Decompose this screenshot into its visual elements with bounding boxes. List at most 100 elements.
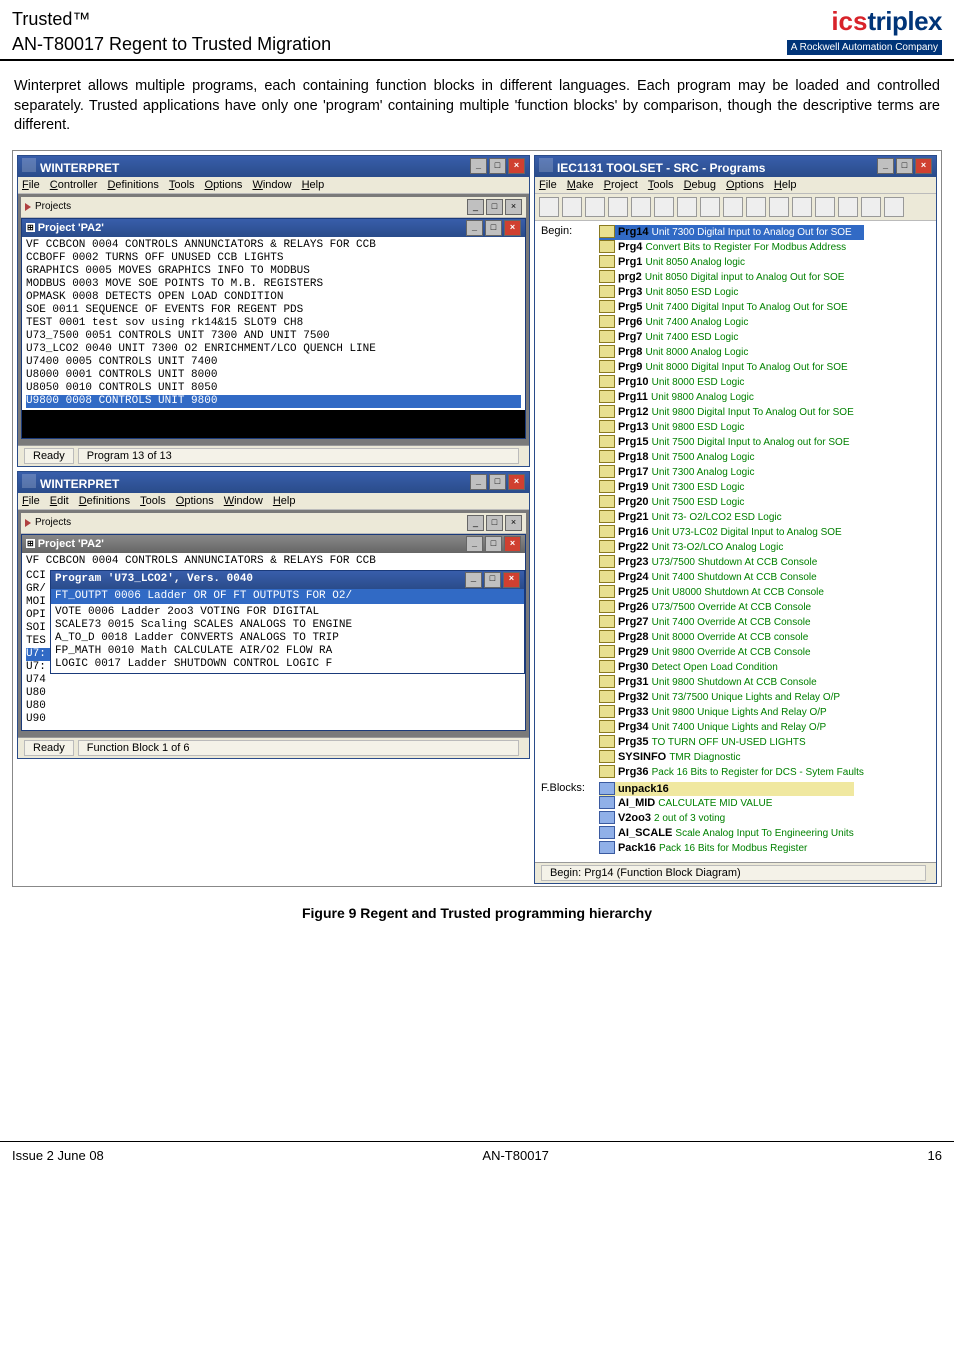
iec-program-item[interactable]: Prg20 Unit 7500 ESD Logic — [599, 495, 864, 510]
menu-window[interactable]: Window — [224, 495, 263, 507]
program-row[interactable]: CCBOFF 0002 TURNS OFF UNUSED CCB LIGHTS — [26, 252, 521, 265]
program-body[interactable]: VF CCBCON 0004 CONTROLS ANNUNCIATORS & R… — [22, 553, 525, 730]
program-row[interactable]: U73_7500 0051 CONTROLS UNIT 7300 AND UNI… — [26, 330, 521, 343]
menu-definitions[interactable]: Definitions — [79, 495, 130, 507]
iec-fblock-item[interactable]: Pack16 Pack 16 Bits for Modbus Register — [599, 841, 854, 856]
maximize-button[interactable]: □ — [896, 158, 913, 174]
menu-project[interactable]: Project — [604, 179, 638, 191]
maximize-button[interactable]: □ — [485, 536, 502, 552]
iec-program-item[interactable]: Prg4 Convert Bits to Register For Modbus… — [599, 240, 864, 255]
maximize-button[interactable]: □ — [489, 474, 506, 490]
minimize-button[interactable]: _ — [470, 158, 487, 174]
menu-controller[interactable]: Controller — [50, 179, 98, 191]
program-row[interactable]: U9800 0008 CONTROLS UNIT 9800 — [26, 395, 521, 408]
program-row[interactable]: MODBUS 0003 MOVE SOE POINTS TO M.B. REGI… — [26, 278, 521, 291]
fb-row[interactable]: LOGIC 0017 Ladder SHUTDOWN CONTROL LOGIC… — [55, 658, 520, 671]
menu-file[interactable]: File — [539, 179, 557, 191]
iec-program-item[interactable]: Prg10 Unit 8000 ESD Logic — [599, 375, 864, 390]
menu-help[interactable]: Help — [774, 179, 797, 191]
iec-program-item[interactable]: Prg12 Unit 9800 Digital Input To Analog … — [599, 405, 864, 420]
minimize-button[interactable]: _ — [466, 536, 483, 552]
iec-program-item[interactable]: Prg9 Unit 8000 Digital Input To Analog O… — [599, 360, 864, 375]
iec-program-item[interactable]: Prg30 Detect Open Load Condition — [599, 660, 864, 675]
iec-program-item[interactable]: Prg28 Unit 8000 Override At CCB console — [599, 630, 864, 645]
maximize-button[interactable]: □ — [484, 572, 501, 588]
close-button[interactable]: × — [504, 220, 521, 236]
iec-program-item[interactable]: Prg33 Unit 9800 Unique Lights And Relay … — [599, 705, 864, 720]
iec-program-item[interactable]: Prg29 Unit 9800 Override At CCB Console — [599, 645, 864, 660]
program-row[interactable]: U7400 0005 CONTROLS UNIT 7400 — [26, 356, 521, 369]
titlebar[interactable]: WINTERPRET _ □ × — [18, 472, 529, 493]
iec-program-item[interactable]: Prg5 Unit 7400 Digital Input To Analog O… — [599, 300, 864, 315]
iec-program-item[interactable]: Prg23 U73/7500 Shutdown At CCB Console — [599, 555, 864, 570]
menu-options[interactable]: Options — [176, 495, 214, 507]
iec-fblock-item[interactable]: V2oo3 2 out of 3 voting — [599, 811, 854, 826]
menu-make[interactable]: Make — [567, 179, 594, 191]
toolbar-button[interactable] — [631, 197, 651, 217]
iec-program-item[interactable]: Prg26 U73/7500 Override At CCB Console — [599, 600, 864, 615]
program-row[interactable]: SOE 0011 SEQUENCE OF EVENTS FOR REGENT P… — [26, 304, 521, 317]
titlebar[interactable]: IEC1131 TOOLSET - SRC - Programs _ □ × — [535, 156, 936, 177]
toolbar-button[interactable] — [815, 197, 835, 217]
iec-fblock-list[interactable]: unpack16AI_MID CALCULATE MID VALUEV2oo3 … — [599, 782, 854, 856]
iec-program-item[interactable]: Prg11 Unit 9800 Analog Logic — [599, 390, 864, 405]
toolbar-button[interactable] — [608, 197, 628, 217]
titlebar[interactable]: WINTERPRET _ □ × — [18, 156, 529, 177]
toolbar-button[interactable] — [562, 197, 582, 217]
menu-file[interactable]: File — [22, 179, 40, 191]
minimize-button[interactable]: _ — [470, 474, 487, 490]
minimize-button[interactable]: _ — [877, 158, 894, 174]
maximize-button[interactable]: □ — [485, 220, 502, 236]
iec-program-list[interactable]: Prg14 Unit 7300 Digital Input to Analog … — [599, 225, 864, 780]
iec-program-item[interactable]: Prg1 Unit 8050 Analog logic — [599, 255, 864, 270]
project-titlebar[interactable]: ⊞Project 'PA2' _□× — [22, 219, 525, 237]
minimize-button[interactable]: _ — [467, 515, 484, 531]
iec-program-item[interactable]: Prg17 Unit 7300 Analog Logic — [599, 465, 864, 480]
menu-debug[interactable]: Debug — [684, 179, 716, 191]
program-row[interactable]: U73_LCO2 0040 UNIT 7300 O2 ENRICHMENT/LC… — [26, 343, 521, 356]
fb-row[interactable]: FP_MATH 0010 Math CALCULATE AIR/O2 FLOW … — [55, 645, 520, 658]
program-row[interactable]: VF CCBCON 0004 CONTROLS ANNUNCIATORS & R… — [26, 239, 521, 252]
toolbar-button[interactable] — [700, 197, 720, 217]
program-row[interactable]: GRAPHICS 0005 MOVES GRAPHICS INFO TO MOD… — [26, 265, 521, 278]
menu-tools[interactable]: Tools — [140, 495, 166, 507]
program-row[interactable]: U8050 0010 CONTROLS UNIT 8050 — [26, 382, 521, 395]
iec-program-item[interactable]: Prg25 Unit U8000 Shutdown At CCB Console — [599, 585, 864, 600]
toolbar-button[interactable] — [654, 197, 674, 217]
toolbar-button[interactable] — [677, 197, 697, 217]
program-row[interactable]: U8000 0001 CONTROLS UNIT 8000 — [26, 369, 521, 382]
iec-program-item[interactable]: Prg24 Unit 7400 Shutdown At CCB Console — [599, 570, 864, 585]
iec-program-item[interactable]: prg2 Unit 8050 Digital input to Analog O… — [599, 270, 864, 285]
menu-tools[interactable]: Tools — [648, 179, 674, 191]
program-row-truncated[interactable]: U74 — [26, 674, 521, 687]
program-row-truncated[interactable]: U80 — [26, 700, 521, 713]
iec-program-item[interactable]: Prg14 Unit 7300 Digital Input to Analog … — [599, 225, 864, 240]
iec-program-item[interactable]: Prg36 Pack 16 Bits to Register for DCS -… — [599, 765, 864, 780]
iec-program-item[interactable]: Prg15 Unit 7500 Digital Input to Analog … — [599, 435, 864, 450]
iec-fblock-item[interactable]: AI_SCALE Scale Analog Input To Engineeri… — [599, 826, 854, 841]
program-row[interactable]: VF CCBCON 0004 CONTROLS ANNUNCIATORS & R… — [22, 553, 525, 570]
iec-program-item[interactable]: Prg27 Unit 7400 Override At CCB Console — [599, 615, 864, 630]
close-button[interactable]: × — [503, 572, 520, 588]
close-button[interactable]: × — [505, 515, 522, 531]
menu-options[interactable]: Options — [205, 179, 243, 191]
iec-program-item[interactable]: Prg3 Unit 8050 ESD Logic — [599, 285, 864, 300]
iec-program-item[interactable]: SYSINFO TMR Diagnostic — [599, 750, 864, 765]
iec-fblock-item[interactable]: unpack16 — [599, 782, 854, 796]
maximize-button[interactable]: □ — [486, 199, 503, 215]
iec-program-item[interactable]: Prg16 Unit U73-LC02 Digital Input to Ana… — [599, 525, 864, 540]
iec-program-item[interactable]: Prg34 Unit 7400 Unique Lights and Relay … — [599, 720, 864, 735]
close-button[interactable]: × — [504, 536, 521, 552]
menu-edit[interactable]: Edit — [50, 495, 69, 507]
program-row[interactable]: OPMASK 0008 DETECTS OPEN LOAD CONDITION — [26, 291, 521, 304]
iec-fblock-item[interactable]: AI_MID CALCULATE MID VALUE — [599, 796, 854, 811]
menu-tools[interactable]: Tools — [169, 179, 195, 191]
toolbar-button[interactable] — [792, 197, 812, 217]
projects-panel-header[interactable]: Projects _□× — [21, 513, 526, 534]
program-row-truncated[interactable]: U80 — [26, 687, 521, 700]
iec-program-item[interactable]: Prg31 Unit 9800 Shutdown At CCB Console — [599, 675, 864, 690]
menu-window[interactable]: Window — [252, 179, 291, 191]
maximize-button[interactable]: □ — [489, 158, 506, 174]
close-button[interactable]: × — [915, 158, 932, 174]
iec-program-item[interactable]: Prg22 Unit 73-O2/LCO Analog Logic — [599, 540, 864, 555]
